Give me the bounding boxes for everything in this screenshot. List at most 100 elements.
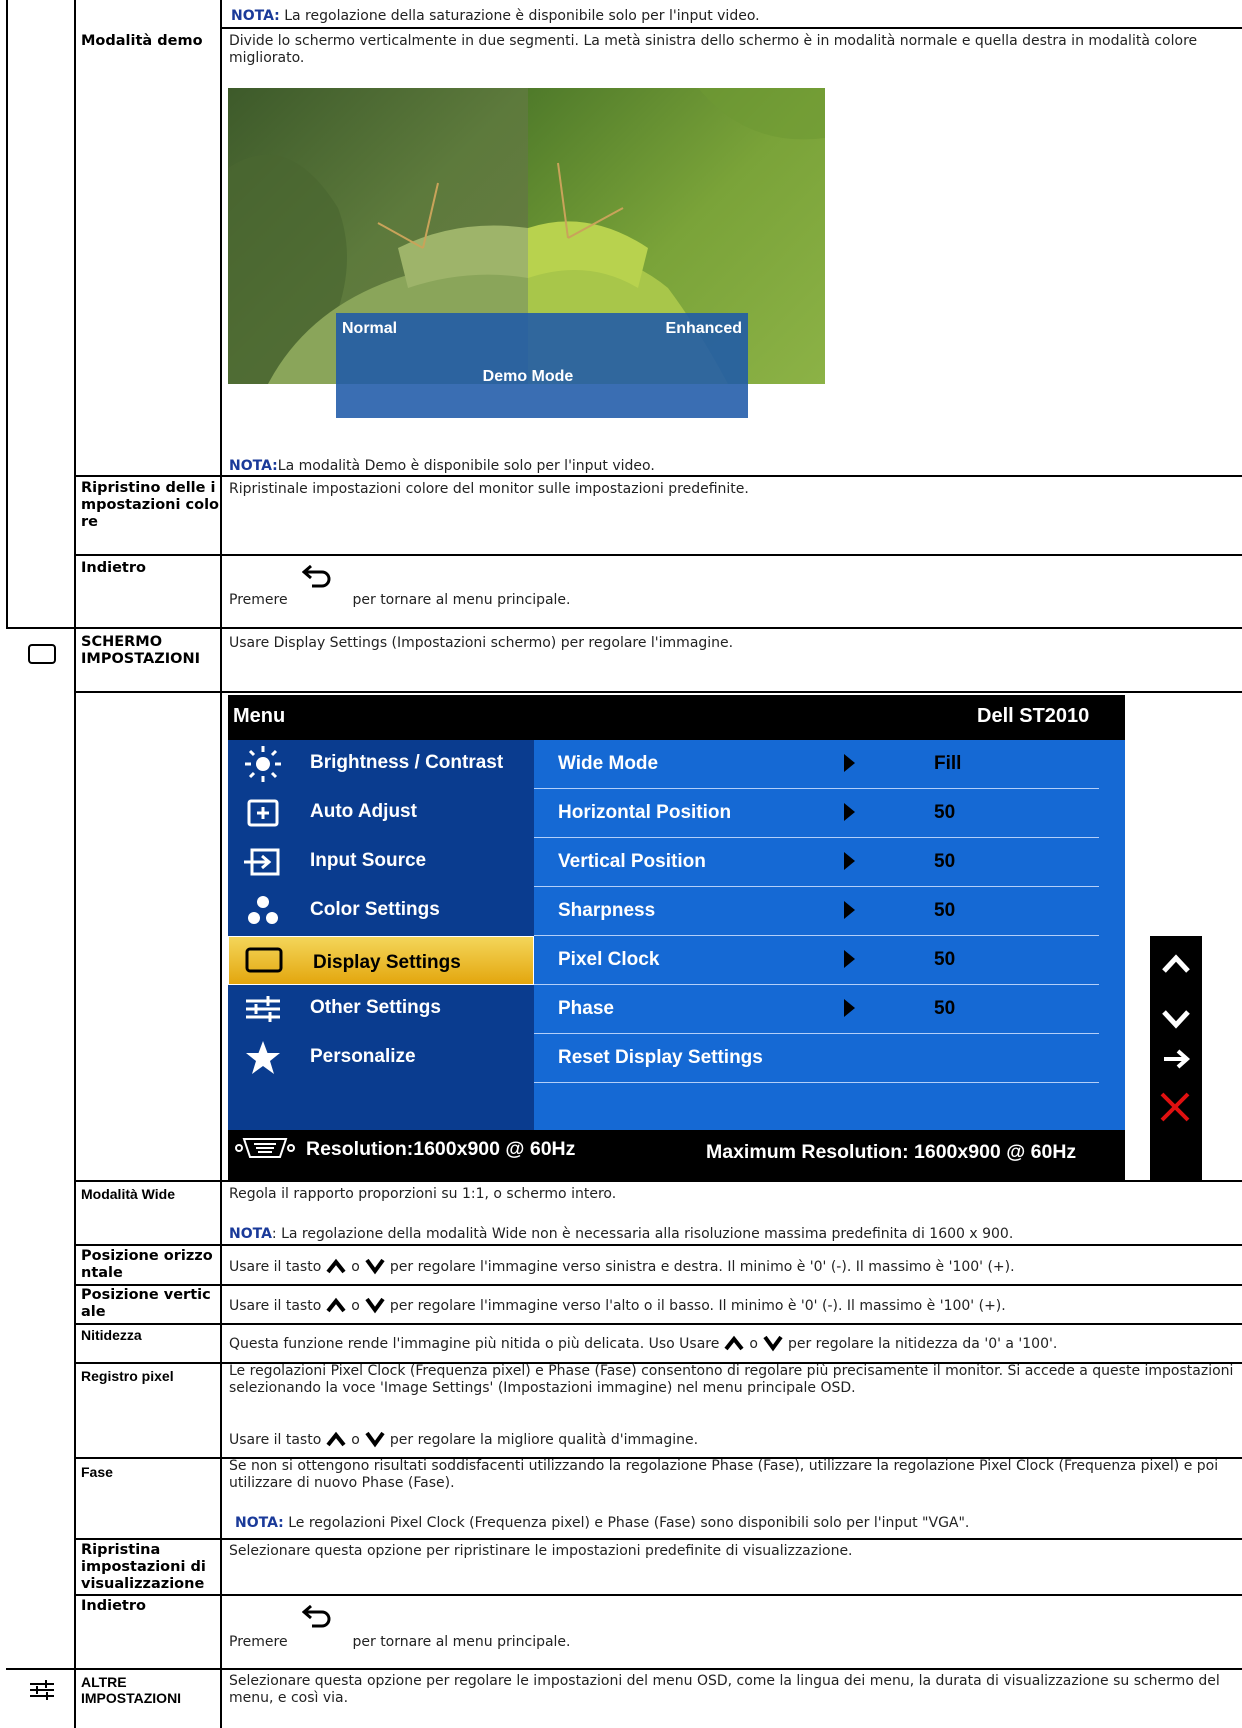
wide-mode-desc: Regola il rapporto proporzioni su 1:1, o…	[229, 1186, 617, 1202]
cactus-photo: Normal Enhanced Demo Mode	[228, 88, 825, 418]
demo-enhanced-text: Enhanced	[666, 320, 742, 337]
demo-mode-label: Modalità demo	[81, 33, 203, 49]
osd-setting-sharpness: Sharpness 50	[534, 887, 1099, 936]
star-icon	[246, 1041, 280, 1074]
sharpness-label: Nitidezza	[81, 1327, 142, 1343]
display-section-desc: Usare Display Settings (Impostazioni sch…	[229, 635, 734, 651]
osd-item-brightness: Brightness / Contrast	[228, 740, 534, 786]
nav-enter-icon	[1164, 1049, 1191, 1069]
back-arrow-icon	[302, 1604, 331, 1628]
row-line	[74, 1244, 1242, 1246]
back-arrow-icon	[302, 564, 331, 588]
other-settings-icon	[28, 1679, 56, 1705]
reset-color-label: Ripristino delle impostazioni colore	[81, 480, 219, 530]
sliders-icon	[246, 996, 280, 1022]
osd-arrow-icon	[844, 803, 855, 821]
vertical-position-desc: Usare il tasto o per regolare l'immagine v…	[229, 1297, 1006, 1314]
outer-left-border	[6, 0, 8, 627]
wide-mode-note: NOTA: La regolazione della modalità Wide…	[229, 1226, 1014, 1242]
row-line	[6, 1668, 1242, 1670]
osd-setting-horizontal-position: Horizontal Position 50	[534, 789, 1099, 838]
demo-mode-desc: Divide lo schermo verticalmente in due s…	[229, 33, 1198, 66]
nav-close-icon	[1160, 1092, 1190, 1122]
reset-display-desc: Selezionare questa opzione per ripristin…	[229, 1543, 853, 1559]
demo-normal-text: Normal	[342, 320, 397, 337]
col-divider-1	[74, 0, 76, 1728]
color-settings-icon	[248, 896, 278, 924]
phase-desc: Se non si ottengono risultati soddisface…	[229, 1458, 1219, 1491]
horizontal-position-label: Posizione orizzontale	[81, 1248, 213, 1281]
osd-item-personalize: Personalize	[228, 1034, 534, 1080]
osd-setting-pixel-clock: Pixel Clock 50	[534, 936, 1099, 985]
saturation-note: NOTA: La regolazione della saturazione è…	[231, 8, 760, 24]
auto-adjust-icon	[247, 799, 279, 827]
row-line	[74, 691, 1242, 693]
vertical-position-label: Posizione verticale	[81, 1287, 211, 1320]
row-line	[220, 27, 1242, 29]
row-line	[74, 1594, 1242, 1596]
osd-setting-vertical-position: Vertical Position 50	[534, 838, 1099, 887]
osd-arrow-icon	[844, 950, 855, 968]
sharpness-desc: Questa funzione rende l'immagine più nit…	[229, 1335, 1058, 1352]
up-arrow-icon	[326, 1431, 346, 1447]
horizontal-position-desc: Usare il tasto o per regolare l'immagine v…	[229, 1258, 1015, 1275]
down-arrow-icon	[365, 1297, 385, 1314]
osd-item-color-settings: Color Settings	[228, 887, 534, 933]
display-icon	[245, 947, 283, 973]
up-arrow-icon	[724, 1335, 744, 1351]
osd-item-other-settings: Other Settings	[228, 985, 534, 1031]
demo-note: NOTA:La modalità Demo è disponibile solo…	[229, 458, 655, 474]
row-line	[74, 1538, 1242, 1540]
osd-menu-screenshot: Menu Dell ST2010 Brightness / Contrast A…	[228, 695, 1125, 1180]
nav-up-icon	[1162, 954, 1190, 973]
osd-arrow-icon	[844, 901, 855, 919]
pixel-register-label: Registro pixel	[81, 1368, 174, 1384]
osd-item-input-source: Input Source	[228, 838, 534, 884]
osd-item-auto-adjust: Auto Adjust	[228, 789, 534, 835]
other-section-label: ALTRE IMPOSTAZIONI	[81, 1674, 182, 1706]
pixel-register-keys: Usare il tasto o per regolare la migliore …	[229, 1431, 699, 1448]
osd-arrow-icon	[844, 999, 855, 1017]
pixel-register-desc: Le regolazioni Pixel Clock (Frequenza pi…	[229, 1363, 1234, 1396]
reset-display-label: Ripristina impostazioni di visualizzazio…	[81, 1542, 206, 1592]
osd-item-display-settings: Display Settings	[228, 936, 534, 985]
row-line	[74, 1180, 1242, 1182]
osd-setting-reset-display: Reset Display Settings	[534, 1034, 1099, 1083]
up-arrow-icon	[326, 1297, 346, 1313]
row-line	[74, 475, 1242, 477]
osd-model-name: Dell ST2010	[977, 705, 1090, 727]
osd-arrow-icon	[844, 852, 855, 870]
row-line	[74, 554, 1242, 556]
back-label: Indietro	[81, 560, 146, 576]
reset-color-desc: Ripristinale impostazioni colore del mon…	[229, 481, 749, 497]
input-source-icon	[244, 848, 280, 876]
down-arrow-icon	[763, 1335, 783, 1352]
osd-arrow-icon	[844, 754, 855, 772]
display-settings-icon	[27, 643, 57, 669]
phase-note: NOTA: Le regolazioni Pixel Clock (Freque…	[235, 1515, 970, 1531]
other-section-desc: Selezionare questa opzione per regolare …	[229, 1673, 1220, 1706]
wide-mode-label: Modalità Wide	[81, 1186, 175, 1202]
osd-setting-wide-mode: Wide Mode Fill	[534, 740, 1099, 789]
vga-connector-icon	[235, 1138, 295, 1158]
col-divider-2	[220, 0, 222, 1728]
down-arrow-icon	[365, 1258, 385, 1275]
row-line	[74, 1323, 1242, 1325]
demo-caption-text: Demo Mode	[483, 368, 574, 385]
osd-nav-buttons	[1150, 936, 1202, 1180]
phase-label: Fase	[81, 1464, 113, 1480]
brightness-icon	[245, 746, 281, 782]
osd-resolution: Resolution:1600x900 @ 60Hz	[234, 1135, 575, 1161]
display-section-label: SCHERMO IMPOSTAZIONI	[81, 634, 200, 667]
back-row-text: Premere per tornare al menu principale.	[229, 562, 929, 608]
row-line	[74, 1284, 1242, 1286]
demo-mode-image: Normal Enhanced Demo Mode	[228, 88, 825, 418]
osd-max-resolution: Maximum Resolution: 1600x900 @ 60Hz	[706, 1141, 1077, 1163]
osd-setting-phase: Phase 50	[534, 985, 1099, 1034]
osd-menu-title: Menu	[233, 705, 286, 727]
back-label-2: Indietro	[81, 1598, 146, 1614]
up-arrow-icon	[326, 1258, 346, 1274]
down-arrow-icon	[365, 1431, 385, 1448]
nav-down-icon	[1162, 1010, 1190, 1029]
back-row-text-2: Premere per tornare al menu principale.	[229, 1602, 929, 1650]
